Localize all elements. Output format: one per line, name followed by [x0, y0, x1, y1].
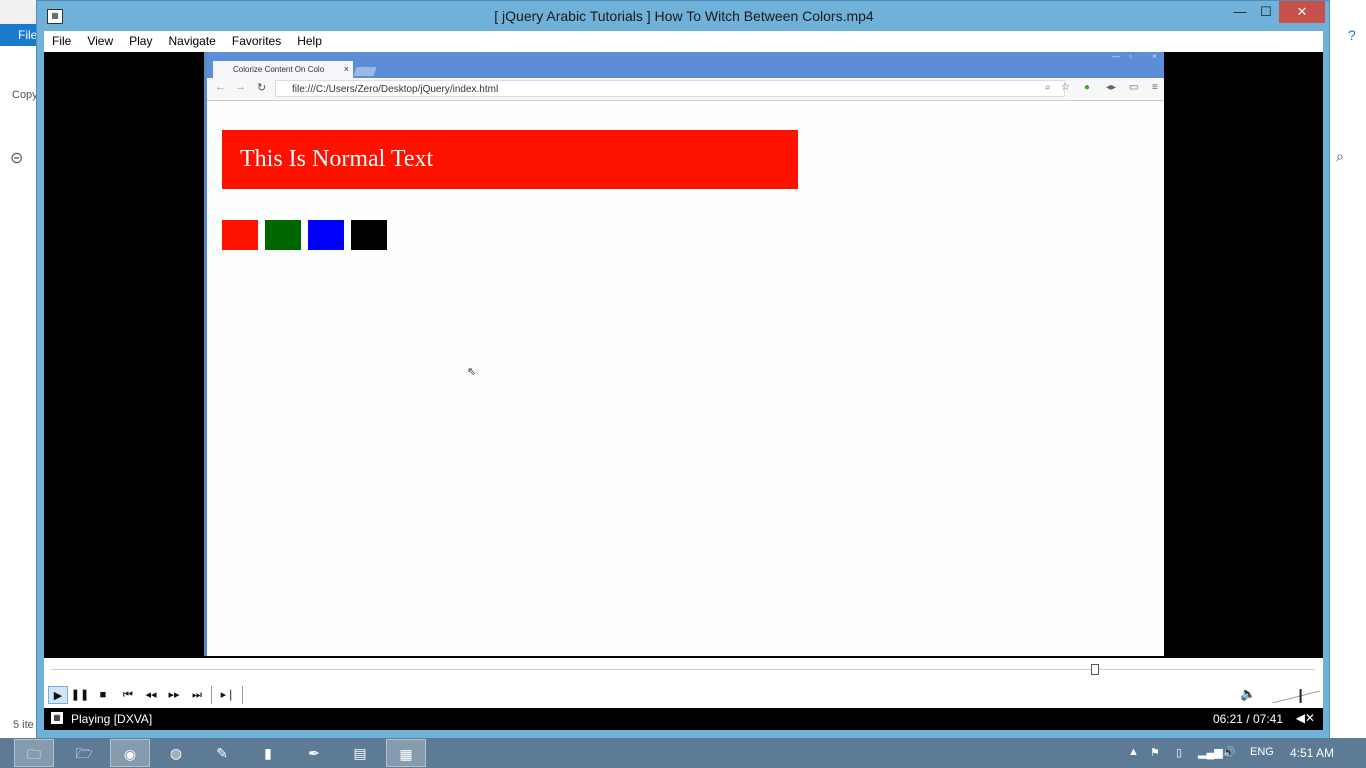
cast-icon: ▭ [1129, 82, 1139, 93]
fast-forward-button[interactable]: ▸▸ [164, 686, 184, 704]
explorer-copy-label: Copy [12, 89, 38, 101]
play-button[interactable]: ▶ [48, 686, 68, 704]
mouse-cursor-icon: ⇖ [467, 366, 477, 378]
volume-icon[interactable]: 🔊 [1222, 746, 1236, 759]
status-icon: ▦ [51, 712, 63, 724]
notepad-icon[interactable]: ▤ [340, 739, 380, 767]
help-icon[interactable]: ? [1348, 27, 1356, 43]
menu-play[interactable]: Play [121, 31, 160, 52]
separator [211, 686, 212, 704]
video-area[interactable]: Colorize Content On Colo × — ▫ × ← → ↻ f… [44, 52, 1323, 658]
address-bar: file:///C:/Users/Zero/Desktop/jQuery/ind… [275, 80, 1065, 97]
menu-favorites[interactable]: Favorites [224, 31, 289, 52]
extension2-icon: ◂▸ [1106, 82, 1117, 93]
extension-icon: ● [1084, 82, 1091, 93]
star-icon: ☆ [1061, 82, 1070, 93]
menu-navigate[interactable]: Navigate [160, 31, 223, 52]
show-hidden-icons-icon[interactable]: ▲ [1128, 746, 1139, 758]
flag-icon[interactable]: ⚑ [1150, 746, 1160, 759]
file-explorer-icon[interactable]: 🗀 [14, 739, 54, 767]
back-arrow-icon[interactable]: ⊝ [10, 148, 23, 168]
normal-text-banner: This Is Normal Text [222, 130, 798, 189]
paint-icon[interactable]: ✎ [202, 739, 242, 767]
black-swatch [351, 220, 387, 250]
chrome-icon[interactable]: ◉ [110, 739, 150, 767]
browser-close-icon: × [1152, 52, 1157, 61]
tab-close-icon: × [343, 64, 349, 74]
menu-bar: File View Play Navigate Favorites Help [44, 31, 1323, 52]
address-text: file:///C:/Users/Zero/Desktop/jQuery/ind… [292, 84, 499, 95]
controls-bar: ▶ ❚❚ ■ ⏮ ◂◂ ▸▸ ⏭ ▸❘ 🔈 [44, 682, 1323, 708]
green-swatch [265, 220, 301, 250]
mute-icon[interactable]: ◀✕ [1296, 711, 1315, 725]
close-button[interactable]: ✕ [1279, 1, 1325, 23]
speaker-icon[interactable]: 🔈 [1240, 686, 1256, 702]
seek-thumb[interactable] [1091, 664, 1100, 675]
explorer-file-tab[interactable]: File [0, 24, 40, 46]
video-frame-browser: Colorize Content On Colo × — ▫ × ← → ↻ f… [204, 52, 1164, 656]
power-icon[interactable]: ▯ [1176, 746, 1182, 759]
pen-icon[interactable]: ✒ [294, 739, 334, 767]
explorer-right-pane [1326, 0, 1366, 740]
back-icon: ← [215, 81, 226, 93]
browser-tab-title: Colorize Content On Colo [233, 65, 325, 74]
files-icon[interactable]: 🗁 [64, 739, 104, 767]
language-indicator[interactable]: ENG [1250, 746, 1274, 758]
titlebar: ▦ [ jQuery Arabic Tutorials ] How To Wit… [37, 1, 1331, 31]
menu-view[interactable]: View [79, 31, 121, 52]
window-title: [ jQuery Arabic Tutorials ] How To Witch… [494, 8, 874, 24]
search-icon[interactable]: ⌕ [1336, 148, 1344, 165]
browser-tabbar: Colorize Content On Colo × — ▫ × [207, 52, 1164, 78]
frame-step-button[interactable]: ▸❘ [218, 686, 238, 704]
seek-bar[interactable] [44, 658, 1323, 682]
pause-button[interactable]: ❚❚ [70, 686, 90, 704]
clock[interactable]: 4:51 AM [1290, 746, 1334, 760]
volume-slider[interactable] [1272, 687, 1320, 703]
network-icon[interactable]: ▂▄▆ [1198, 746, 1223, 759]
stop-button[interactable]: ■ [93, 686, 113, 704]
playback-status: Playing [DXVA] [71, 712, 153, 726]
menu-help[interactable]: Help [289, 31, 330, 52]
next-button[interactable]: ⏭ [187, 686, 207, 704]
previous-button[interactable]: ⏮ [118, 686, 138, 704]
separator [242, 686, 243, 704]
browser-minimize-icon: — [1112, 52, 1120, 61]
blue-swatch [308, 220, 344, 250]
status-bar: ▦ Playing [DXVA] 06:21 / 07:41 ◀✕ [44, 708, 1323, 730]
browser-tab: Colorize Content On Colo × [213, 61, 353, 78]
rewind-button[interactable]: ◂◂ [141, 686, 161, 704]
maximize-button[interactable]: ☐ [1251, 1, 1281, 23]
browser-maximize-icon: ▫ [1129, 52, 1132, 61]
red-swatch [222, 220, 258, 250]
new-tab-icon [353, 67, 377, 76]
reload-icon: ↻ [257, 82, 267, 94]
time-display: 06:21 / 07:41 [1212, 712, 1283, 726]
menu-file[interactable]: File [44, 31, 79, 52]
media-player-window: ▦ [ jQuery Arabic Tutorials ] How To Wit… [36, 0, 1330, 740]
explorer-items-count: 5 ite [13, 719, 34, 731]
seek-track[interactable] [51, 669, 1315, 670]
menu-icon: ≡ [1152, 82, 1158, 93]
firefox-icon[interactable]: ◍ [156, 739, 196, 767]
zoom-icon: ⌕ [1045, 82, 1051, 93]
media-player-icon[interactable]: ▦ [386, 739, 426, 767]
browser-toolbar: ← → ↻ file:///C:/Users/Zero/Desktop/jQue… [207, 78, 1164, 101]
forward-icon: → [235, 81, 246, 93]
app-icon[interactable]: ▮ [248, 739, 288, 767]
taskbar: 🗀 🗁 ◉ ◍ ✎ ▮ ✒ ▤ ▦ ▲ ⚑ ▯ ▂▄▆ 🔊 ENG 4:51 A… [0, 738, 1366, 768]
